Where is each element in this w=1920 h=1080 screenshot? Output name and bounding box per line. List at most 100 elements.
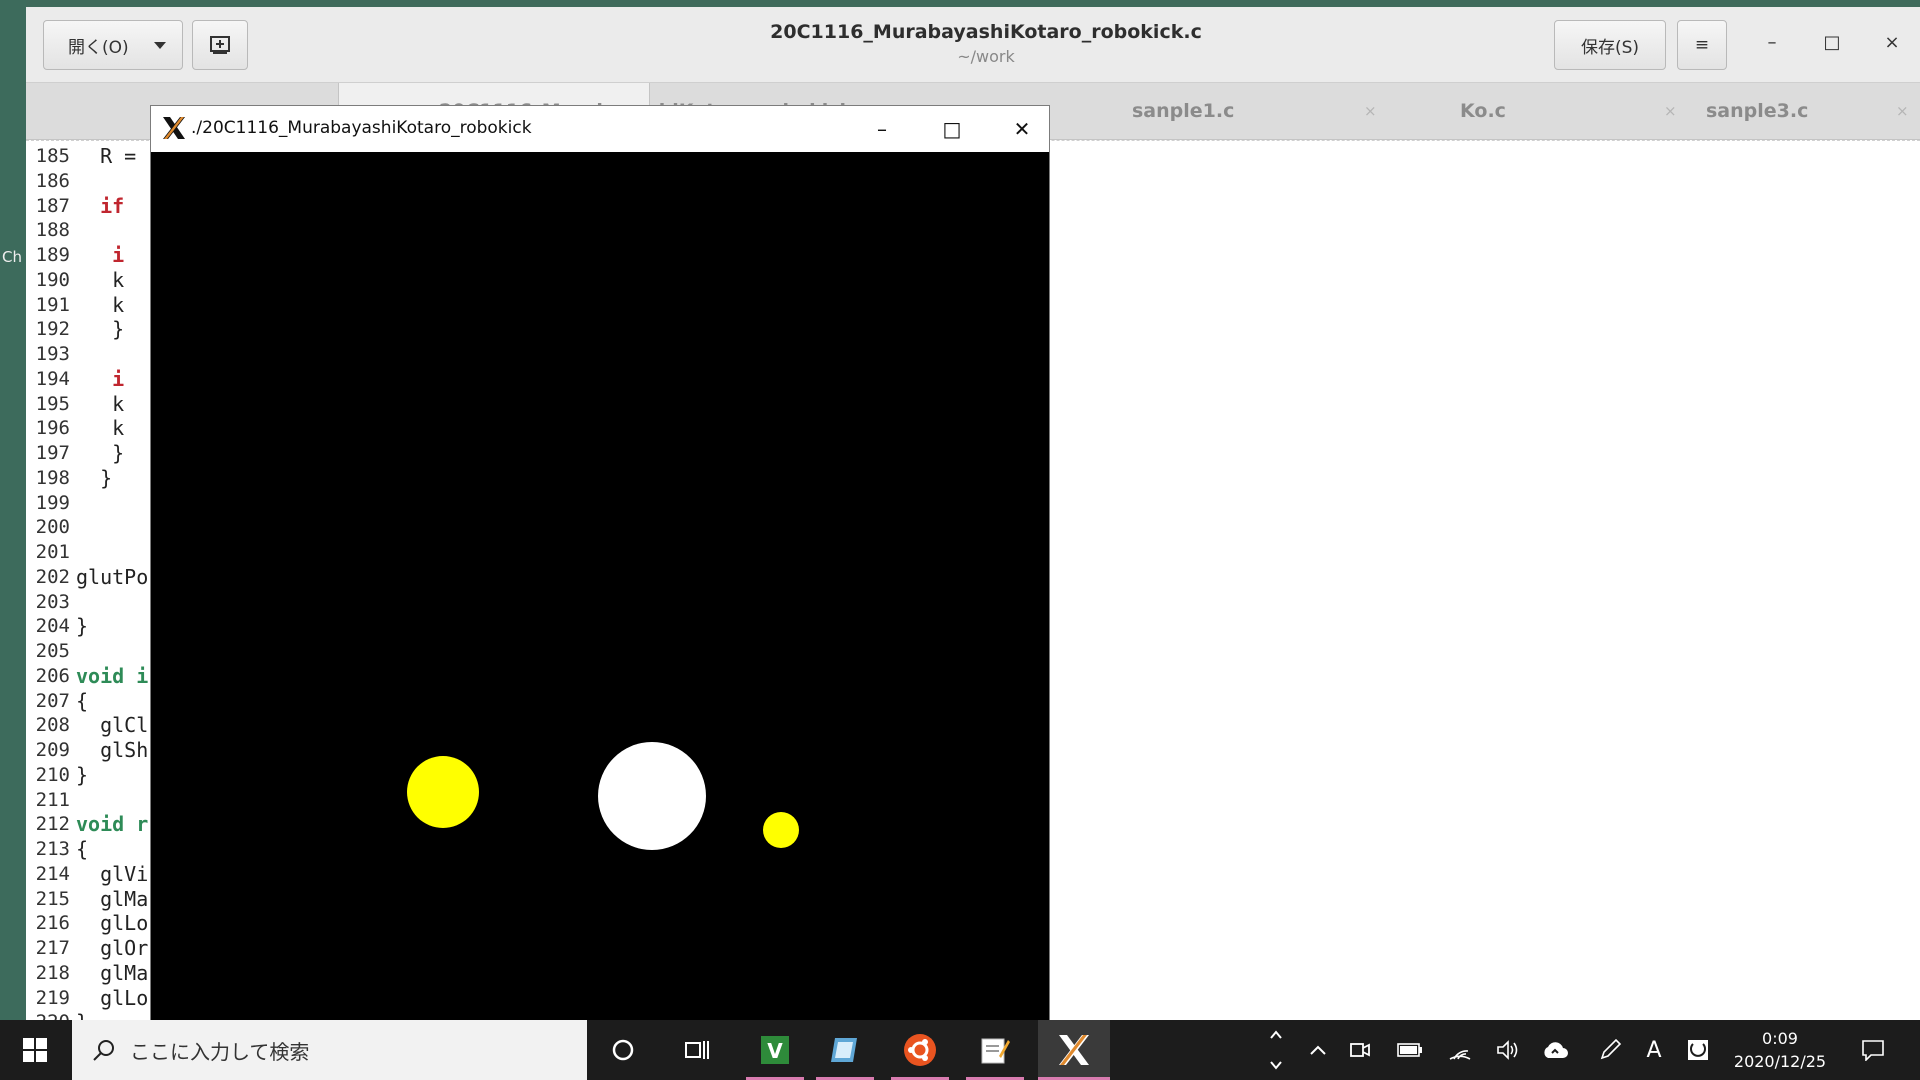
code-line: {: [76, 837, 89, 861]
code-line: i: [76, 243, 125, 267]
tab-close-icon[interactable]: ×: [1364, 102, 1377, 120]
desktop-edge-text: Ch: [2, 248, 22, 266]
taskbar-search-box[interactable]: ここに入力して検索: [72, 1020, 587, 1080]
line-number: 205: [35, 640, 70, 662]
glut-window-titlebar[interactable]: ./20C1116_MurabayashiKotaro_robokick – □…: [151, 106, 1049, 152]
line-number: 186: [35, 169, 70, 192]
meet-now-button[interactable]: [1342, 1020, 1378, 1080]
code-line: glutPo: [76, 564, 149, 589]
search-icon: [93, 1040, 114, 1061]
taskbar-app-notes[interactable]: [816, 1020, 874, 1080]
line-number: 203: [35, 590, 70, 613]
minimize-icon[interactable]: –: [1757, 27, 1787, 57]
onedrive-button[interactable]: [1534, 1020, 1576, 1080]
code-line: k: [76, 391, 125, 416]
pen-button[interactable]: [1590, 1020, 1630, 1080]
line-number: 189: [35, 244, 70, 266]
x11-server-icon: [1059, 1035, 1089, 1065]
minimize-icon[interactable]: –: [867, 114, 897, 144]
start-button[interactable]: [0, 1020, 70, 1080]
line-number: 188: [35, 219, 70, 242]
tab-close-icon[interactable]: ×: [1896, 102, 1909, 120]
x11-logo-icon: [163, 117, 185, 139]
code-line: }: [76, 614, 89, 639]
chevron-down-icon: [154, 42, 166, 49]
wifi-button[interactable]: [1440, 1020, 1480, 1080]
line-number: 198: [35, 466, 70, 489]
line-number: 199: [35, 491, 70, 514]
close-icon[interactable]: ×: [1877, 27, 1907, 57]
cortana-icon: [612, 1039, 634, 1061]
svg-text:V: V: [767, 1039, 783, 1063]
line-number: 213: [35, 838, 70, 860]
line-number: 202: [35, 565, 70, 588]
code-line: }: [76, 762, 89, 787]
cortana-button[interactable]: [600, 1020, 646, 1080]
yellow-ball-right: [763, 812, 799, 848]
maximize-icon[interactable]: □: [937, 114, 967, 144]
taskbar-app-xserver[interactable]: [1038, 1020, 1110, 1080]
taskbar-scroll[interactable]: [1264, 1020, 1288, 1080]
line-number: 195: [35, 392, 70, 415]
line-number: 207: [35, 689, 70, 712]
save-button[interactable]: 保存(S): [1554, 20, 1666, 70]
tab-close-icon[interactable]: ×: [1664, 102, 1677, 120]
line-number: 218: [35, 961, 70, 984]
volume-button[interactable]: [1488, 1020, 1528, 1080]
chevron-up-icon: [1310, 1045, 1326, 1055]
wifi-icon: [1449, 1050, 1471, 1060]
window-title-area: 20C1116_MurabayashiKotaro_robokick.c ~/w…: [586, 21, 1386, 66]
task-view-button[interactable]: [674, 1020, 720, 1080]
taskbar-app-vim[interactable]: V: [746, 1020, 804, 1080]
ime-toggle-icon: [1688, 1040, 1708, 1060]
open-button[interactable]: 開く(O): [43, 20, 183, 70]
taskbar-app-ubuntu[interactable]: [891, 1020, 949, 1080]
notes-app-icon: [831, 1038, 857, 1062]
tab-sanple3[interactable]: sanple3.c ×: [1706, 83, 1920, 139]
code-line: glMa: [76, 886, 149, 911]
open-button-label: 開く(O): [68, 37, 129, 58]
line-number: 185: [35, 145, 70, 167]
battery-button[interactable]: [1390, 1020, 1430, 1080]
clock[interactable]: 0:09 2020/12/25: [1724, 1020, 1836, 1080]
scroll-arrows-icon: [1270, 1030, 1282, 1070]
code-line: void i: [76, 663, 149, 688]
line-number: 209: [35, 739, 70, 761]
battery-icon: [1397, 1043, 1422, 1057]
tab-sanple1[interactable]: sanple1.c ×: [1106, 83, 1406, 139]
line-number: 217: [35, 937, 70, 959]
code-line: R =: [76, 144, 137, 168]
new-document-button[interactable]: [192, 20, 248, 70]
close-icon[interactable]: ✕: [1007, 114, 1037, 144]
code-line: if: [76, 193, 125, 218]
line-number: 191: [35, 293, 70, 316]
line-number: 200: [35, 516, 70, 539]
code-line: k: [76, 292, 125, 317]
maximize-icon[interactable]: □: [1817, 27, 1847, 57]
line-number: 204: [35, 615, 70, 638]
opengl-canvas[interactable]: [151, 152, 1049, 1020]
action-center-button[interactable]: [1848, 1020, 1898, 1080]
code-line: k: [76, 416, 125, 441]
taskbar-app-editor[interactable]: [966, 1020, 1024, 1080]
line-number: 214: [35, 862, 70, 885]
line-number: 215: [35, 887, 70, 910]
line-number: 208: [35, 714, 70, 737]
line-number: 196: [35, 417, 70, 440]
white-ball: [598, 742, 706, 850]
show-hidden-icons-button[interactable]: [1300, 1020, 1336, 1080]
hamburger-menu-icon[interactable]: ≡: [1677, 20, 1727, 70]
clock-date: 2020/12/25: [1733, 1052, 1827, 1071]
line-number: 193: [35, 343, 70, 365]
taskbar: ここに入力して検索 V A 0:09 2020/12/25: [0, 1020, 1920, 1080]
code-line: }: [76, 465, 113, 490]
code-line: glOr: [76, 936, 149, 960]
yellow-ball-left: [407, 756, 479, 828]
ime-button[interactable]: [1680, 1020, 1716, 1080]
ubuntu-icon: [904, 1034, 936, 1066]
document-title: 20C1116_MurabayashiKotaro_robokick.c: [770, 21, 1202, 43]
notification-icon: [1862, 1040, 1884, 1061]
code-line: glLo: [76, 911, 149, 936]
ime-mode-indicator[interactable]: A: [1636, 1020, 1672, 1080]
tab-ko[interactable]: Ko.c ×: [1406, 83, 1706, 139]
